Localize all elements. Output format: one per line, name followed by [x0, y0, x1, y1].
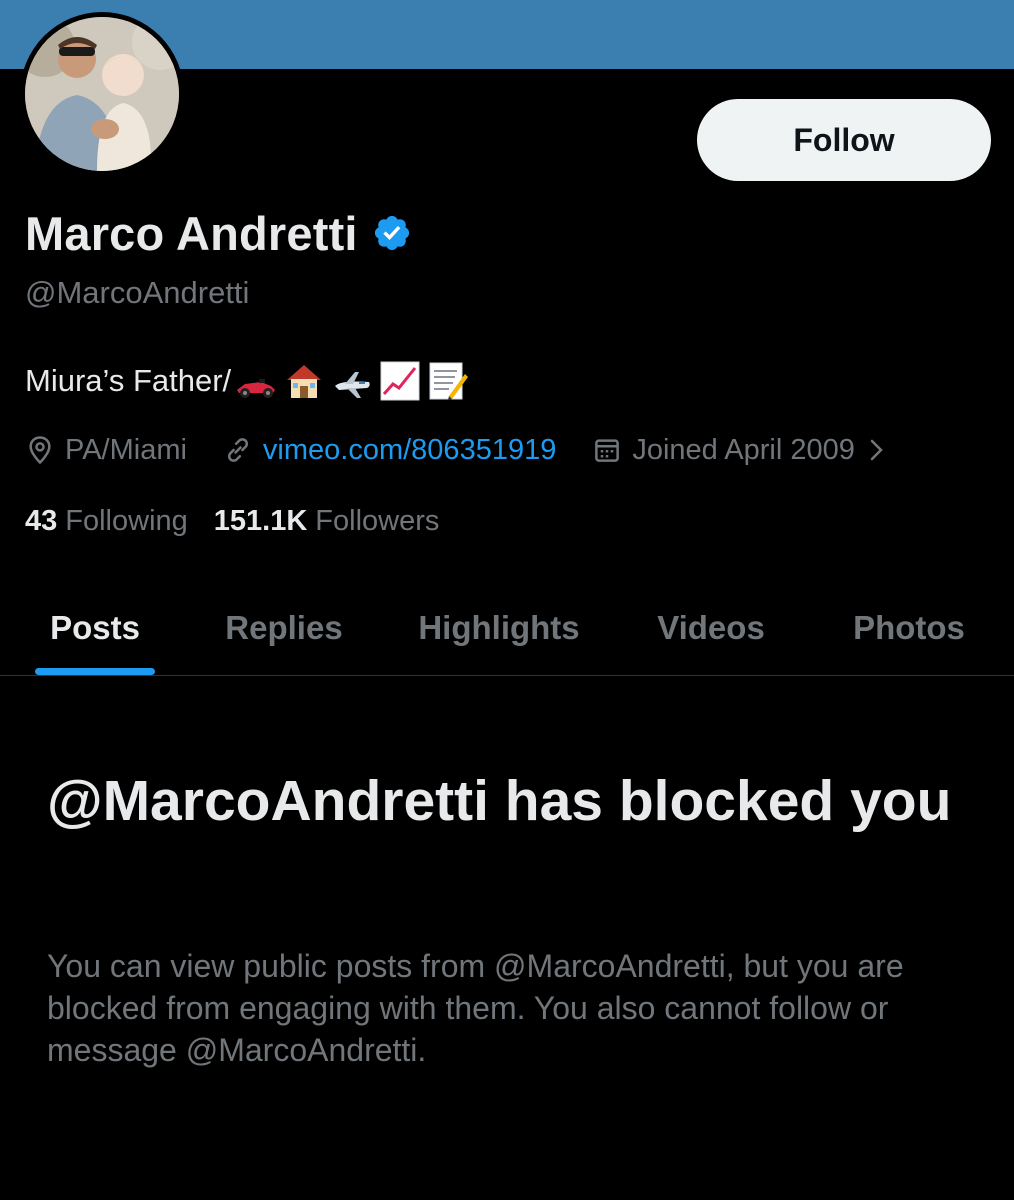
blocked-message: You can view public posts from @MarcoAnd…	[47, 948, 904, 1068]
bio-text: Miura’s Father/	[25, 363, 232, 398]
following-label: Following	[65, 505, 188, 537]
airplane-icon	[335, 372, 370, 398]
calendar-icon	[595, 439, 620, 462]
location-item: PA/Miami	[25, 434, 187, 467]
race-car-icon	[237, 379, 276, 398]
profile-bio: Miura’s Father/	[25, 360, 469, 402]
followers-count: 151.1K	[213, 505, 308, 537]
follow-button[interactable]: Follow	[697, 99, 991, 181]
tab-highlights[interactable]: Highlights	[400, 580, 598, 676]
avatar[interactable]	[20, 12, 184, 176]
follow-stats: 43 Following 151.1K Followers	[25, 505, 439, 538]
following-stat[interactable]: 43 Following	[25, 505, 188, 538]
profile-name-row: Marco Andretti	[25, 203, 412, 263]
tab-videos[interactable]: Videos	[640, 580, 782, 676]
house-icon	[287, 365, 322, 398]
chart-increasing-icon	[380, 361, 420, 401]
website-item[interactable]: vimeo.com/806351919	[223, 434, 556, 467]
website-link[interactable]: vimeo.com/806351919	[263, 434, 556, 467]
profile-meta-row: PA/Miami vimeo.com/806351919 Joined Apri…	[25, 428, 889, 472]
profile-handle: @MarcoAndretti	[25, 275, 250, 310]
bio-emoji-group	[235, 360, 469, 402]
joined-item[interactable]: Joined April 2009	[592, 434, 889, 467]
joined-text: Joined April 2009	[632, 433, 855, 466]
avatar-photo	[25, 17, 179, 171]
memo-icon	[429, 362, 469, 400]
verified-badge-icon[interactable]	[372, 213, 412, 253]
active-tab-indicator	[35, 668, 155, 675]
display-name: Marco Andretti	[25, 206, 358, 260]
tab-posts[interactable]: Posts	[35, 580, 155, 676]
followers-label: Followers	[315, 505, 440, 537]
profile-tabs: Posts Replies Highlights Videos Photos	[0, 580, 1014, 676]
chevron-right-icon[interactable]	[865, 435, 889, 465]
location-text: PA/Miami	[65, 433, 187, 466]
followers-stat[interactable]: 151.1K Followers	[214, 505, 440, 538]
blocked-title: @MarcoAndretti has blocked you	[47, 769, 952, 833]
link-icon	[227, 438, 248, 462]
tab-photos[interactable]: Photos	[836, 580, 982, 676]
location-pin-icon	[29, 436, 51, 465]
profile-page: Follow Marco Andretti @MarcoAndretti Miu…	[0, 0, 1014, 1200]
tab-replies[interactable]: Replies	[205, 580, 363, 676]
following-count: 43	[25, 505, 58, 537]
